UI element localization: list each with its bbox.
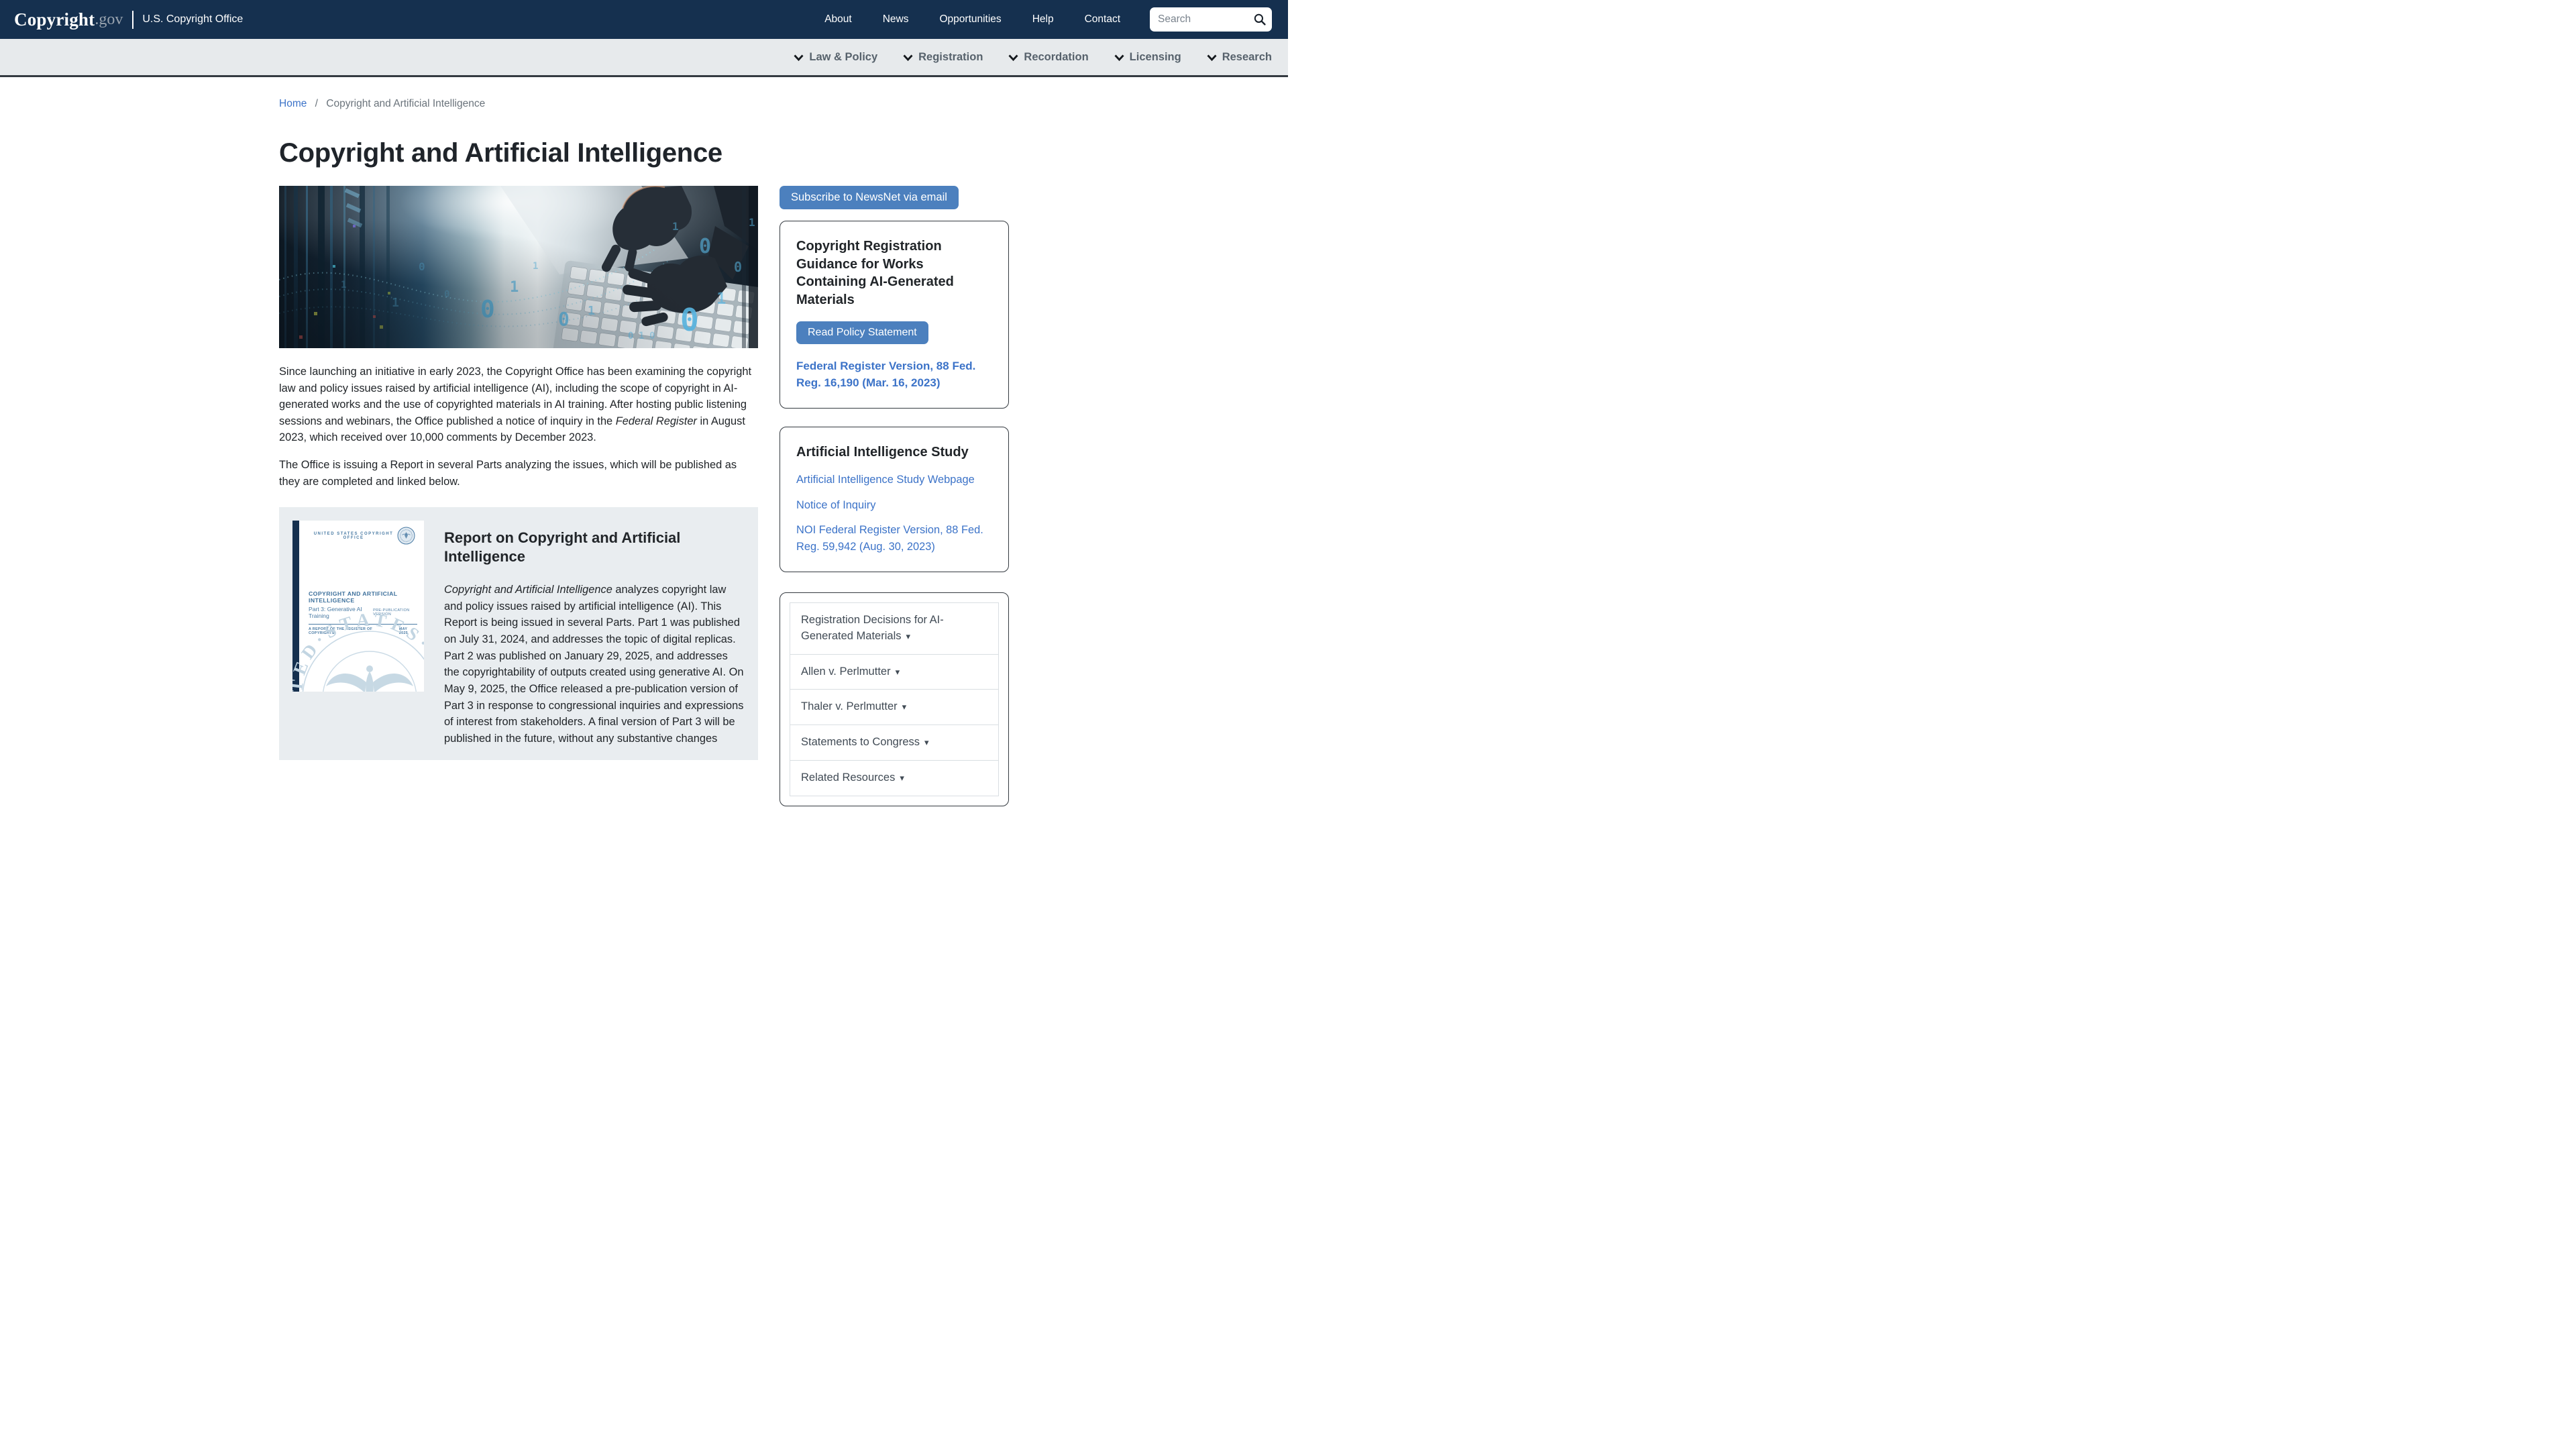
report-heading: Report on Copyright and Artificial Intel… [444,529,745,566]
nav-item-licensing[interactable]: Licensing [1114,51,1181,64]
search-icon[interactable] [1254,13,1266,25]
topnav-link-help[interactable]: Help [1032,13,1054,25]
chevron-down-icon [1114,54,1124,61]
topnav-links: About News Opportunities Help Contact [824,13,1120,25]
caret-down-icon: ▾ [900,773,904,783]
logo-copyright-text: Copyright [14,9,95,30]
hero-image: 010101010101010101 [279,186,758,348]
resources-accordion-card: Registration Decisions for AI-Generated … [780,592,1009,807]
accordion-item-registration-decisions[interactable]: Registration Decisions for AI-Generated … [790,602,999,655]
caret-down-icon: ▾ [924,737,929,747]
topnav-link-opportunities[interactable]: Opportunities [939,13,1001,25]
breadcrumb-home-link[interactable]: Home [279,98,307,109]
guidance-card-heading: Copyright Registration Guidance for Work… [796,237,992,309]
study-card-heading: Artificial Intelligence Study [796,443,992,462]
subscribe-newsnet-button[interactable]: Subscribe to NewsNet via email [780,186,959,209]
search-box [1150,7,1272,32]
logo-tagline: U.S. Copyright Office [142,13,243,25]
site-logo[interactable]: Copyright .gov U.S. Copyright Office [14,9,243,30]
copyright-office-seal-icon [397,527,415,545]
intro-paragraph-1: Since launching an initiative in early 2… [279,364,758,446]
noi-federal-register-link[interactable]: NOI Federal Register Version, 88 Fed. Re… [796,522,992,555]
topnav-link-news[interactable]: News [883,13,909,25]
chevron-down-icon [794,54,804,61]
watermark-seal: TED·STATES·COPYR [292,596,424,692]
page-title: Copyright and Artificial Intelligence [279,138,1009,168]
nav-item-recordation[interactable]: Recordation [1008,51,1088,64]
caret-down-icon: ▾ [906,631,911,641]
topnav-link-about[interactable]: About [824,13,852,25]
logo-divider [132,11,133,29]
chevron-down-icon [1207,54,1217,61]
report-body: Copyright and Artificial Intelligence an… [444,582,745,747]
notice-of-inquiry-link[interactable]: Notice of Inquiry [796,497,992,514]
accordion-item-thaler-v-perlmutter[interactable]: Thaler v. Perlmutter▾ [790,689,999,725]
nav-item-registration[interactable]: Registration [903,51,983,64]
read-policy-statement-button[interactable]: Read Policy Statement [796,321,928,344]
report-cover-thumbnail[interactable]: UNITED STATES COPYRIGHT OFFICE Copyright… [292,521,424,692]
intro-paragraph-2: The Office is issuing a Report in severa… [279,457,758,490]
ai-study-webpage-link[interactable]: Artificial Intelligence Study Webpage [796,472,992,488]
secondary-navbar: Law & Policy Registration Recordation Li… [0,39,1288,77]
caret-down-icon: ▾ [902,702,907,712]
ai-study-card: Artificial Intelligence Study Artificial… [780,427,1009,572]
breadcrumb-separator: / [315,98,318,109]
chevron-down-icon [1008,54,1018,61]
nav-item-research[interactable]: Research [1207,51,1272,64]
breadcrumb: Home / Copyright and Artificial Intellig… [279,98,1009,110]
registration-guidance-card: Copyright Registration Guidance for Work… [780,221,1009,409]
accordion-item-allen-v-perlmutter[interactable]: Allen v. Perlmutter▾ [790,654,999,690]
accordion-item-related-resources[interactable]: Related Resources▾ [790,760,999,796]
caret-down-icon: ▾ [896,667,900,677]
chevron-down-icon [903,54,913,61]
federal-register-guidance-link[interactable]: Federal Register Version, 88 Fed. Reg. 1… [796,358,992,391]
logo-gov-text: .gov [95,11,123,29]
nav-item-law-policy[interactable]: Law & Policy [794,51,877,64]
top-navbar: Copyright .gov U.S. Copyright Office Abo… [0,0,1288,39]
report-cover-office-line: UNITED STATES COPYRIGHT OFFICE [313,532,394,540]
report-card: UNITED STATES COPYRIGHT OFFICE Copyright… [279,507,758,760]
breadcrumb-current: Copyright and Artificial Intelligence [326,98,485,109]
accordion-item-statements-to-congress[interactable]: Statements to Congress▾ [790,724,999,761]
topnav-link-contact[interactable]: Contact [1085,13,1120,25]
